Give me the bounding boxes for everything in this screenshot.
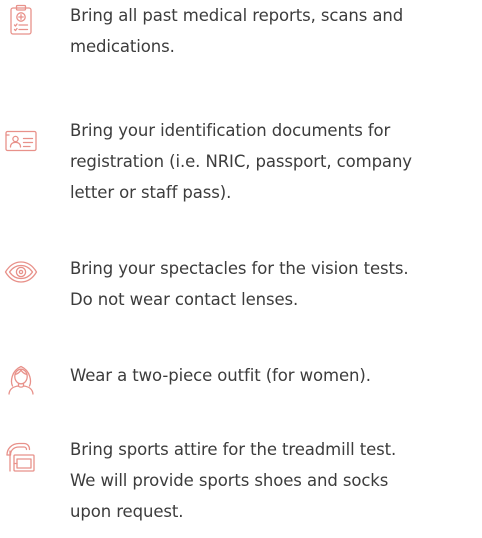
id-card-icon <box>4 124 38 158</box>
checklist-item-line: Bring all past medical reports, scans an… <box>70 6 404 25</box>
checklist-item-line: We will provide sports shoes and socks <box>70 471 389 490</box>
checklist-item-text: Wear a two-piece outfit (for women). <box>70 360 482 391</box>
checklist-item-text: Bring all past medical reports, scans an… <box>70 0 482 62</box>
checklist-item-line: letter or staff pass). <box>70 183 232 202</box>
checklist-item-line: Do not wear contact lenses. <box>70 290 299 309</box>
treadmill-icon <box>4 440 38 474</box>
checklist-item-text: Bring your identification documents for … <box>70 115 482 208</box>
woman-icon <box>4 362 38 396</box>
eye-icon <box>4 255 38 289</box>
checklist-item-line: Bring your spectacles for the vision tes… <box>70 259 409 278</box>
checklist-item-line: Bring your identification documents for <box>70 121 391 140</box>
checklist-item-line: Wear a two-piece outfit (for women). <box>70 366 371 385</box>
checklist-item-line: medications. <box>70 37 175 56</box>
checklist-item-line: Bring sports attire for the treadmill te… <box>70 440 397 459</box>
checklist-item-text: Bring sports attire for the treadmill te… <box>70 434 482 527</box>
preparation-checklist: Bring all past medical reports, scans an… <box>0 0 482 538</box>
medical-report-clipboard-icon <box>4 3 38 37</box>
checklist-item-text: Bring your spectacles for the vision tes… <box>70 253 482 315</box>
checklist-item-line: upon request. <box>70 502 184 521</box>
checklist-item-line: registration (i.e. NRIC, passport, compa… <box>70 152 412 171</box>
